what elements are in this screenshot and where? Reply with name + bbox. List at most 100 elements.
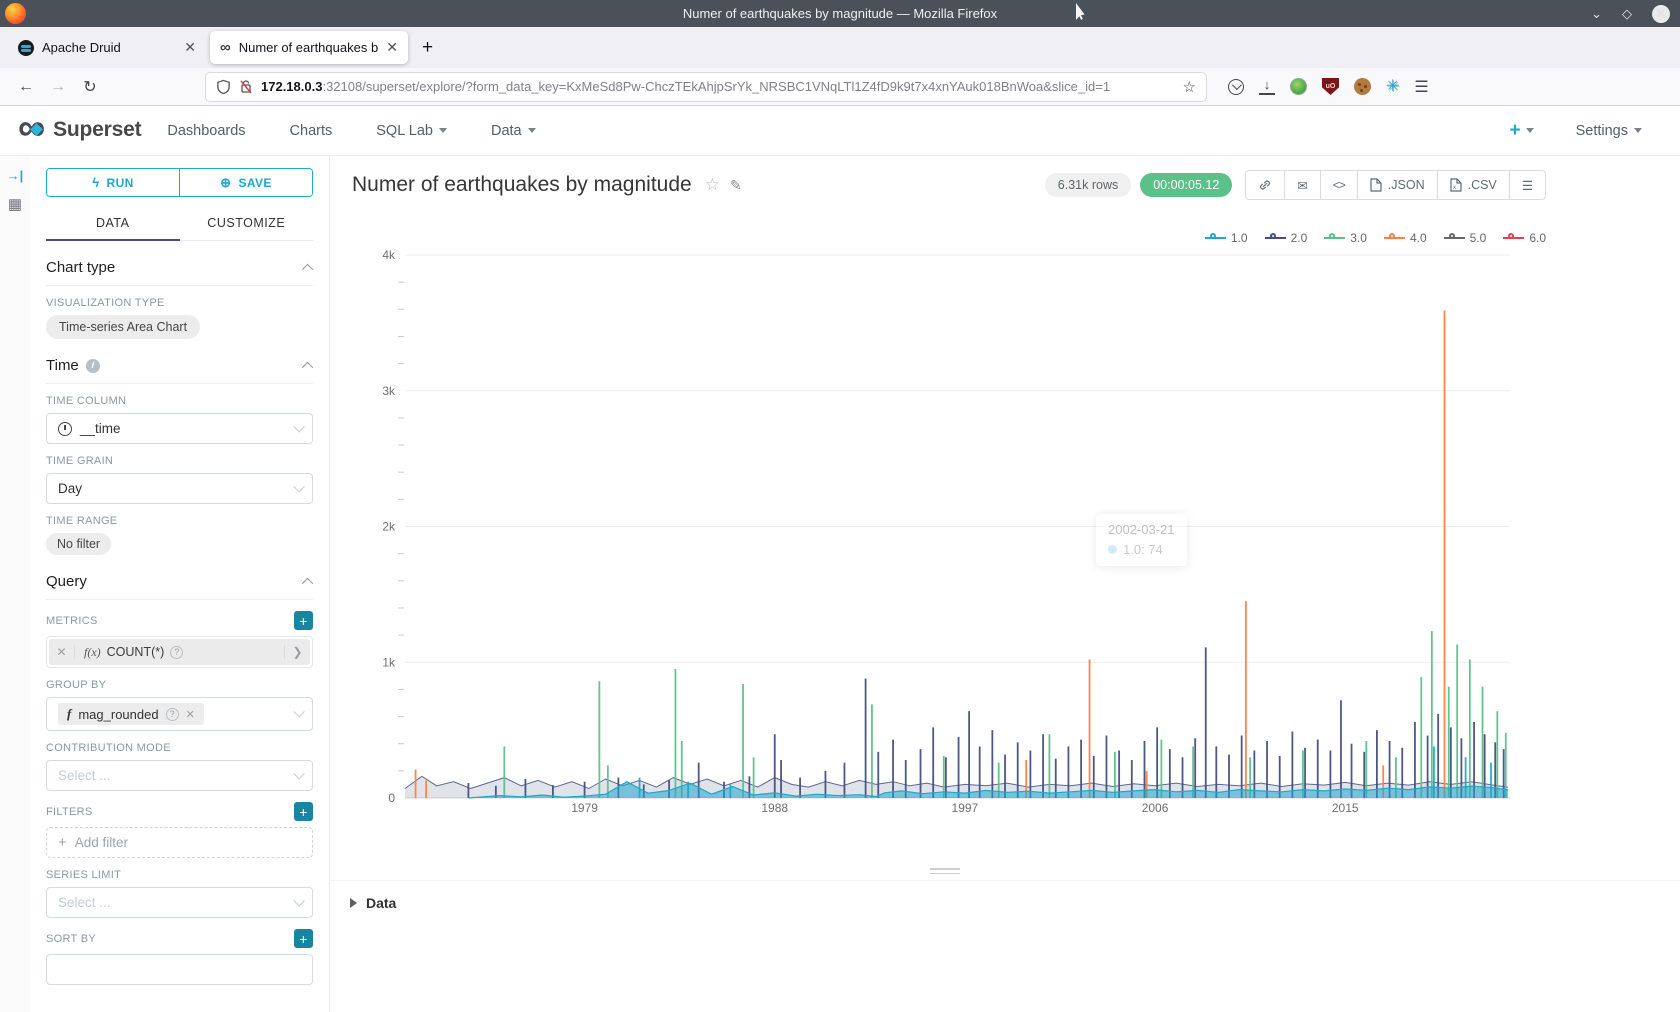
section-time[interactable]: Timei xyxy=(46,357,313,384)
contribution-mode-label: CONTRIBUTION MODE xyxy=(46,742,313,754)
question-icon: ? xyxy=(166,708,179,721)
embed-code-button[interactable]: <> xyxy=(1321,171,1358,199)
tab-data[interactable]: DATA xyxy=(46,205,180,240)
add-metric-button[interactable]: + xyxy=(294,611,313,630)
svg-text:0: 0 xyxy=(388,791,395,805)
legend-item-6.0[interactable]: 6.0 xyxy=(1503,231,1546,245)
new-tab-button[interactable]: + xyxy=(412,37,443,59)
nav-item-dashboards[interactable]: Dashboards xyxy=(167,123,245,139)
favorite-star-icon[interactable]: ☆ xyxy=(705,175,720,195)
settings-menu[interactable]: Settings xyxy=(1576,123,1642,139)
data-results-label: Data xyxy=(366,895,396,911)
tab-close-icon[interactable]: ✕ xyxy=(386,39,398,56)
group-by-label: GROUP BY xyxy=(46,679,313,691)
url-bar[interactable]: 172.18.0.3:32108/superset/explore/?form_… xyxy=(206,73,1206,101)
legend-item-5.0[interactable]: 5.0 xyxy=(1444,231,1487,245)
window-minimize-icon[interactable]: ⌄ xyxy=(1591,7,1602,20)
sort-by-select[interactable] xyxy=(46,954,313,985)
tab-apache-druid[interactable]: Apache Druid ✕ xyxy=(8,31,206,64)
url-host: 172.18.0.3 xyxy=(261,79,322,94)
info-icon: i xyxy=(86,359,100,373)
caret-right-icon xyxy=(350,898,357,908)
copy-link-button[interactable] xyxy=(1246,171,1285,199)
shield-icon[interactable] xyxy=(216,79,231,95)
svg-text:2k: 2k xyxy=(382,520,396,534)
tab-earthquakes[interactable]: ∞ Numer of earthquakes by m ✕ xyxy=(210,31,408,64)
section-chart-type[interactable]: Chart type xyxy=(46,259,313,286)
clock-icon xyxy=(58,422,72,436)
privacy-badger-extension-icon[interactable] xyxy=(1290,78,1307,95)
plus-circle-icon: ⊕ xyxy=(220,175,231,191)
back-icon[interactable]: ← xyxy=(10,78,42,96)
email-button[interactable]: ✉ xyxy=(1285,171,1320,199)
edit-title-icon[interactable]: ✎ xyxy=(730,177,742,194)
cookie-extension-icon[interactable] xyxy=(1354,78,1371,95)
url-text[interactable]: 172.18.0.3:32108/superset/explore/?form_… xyxy=(261,79,1175,94)
section-query[interactable]: Query xyxy=(46,573,313,600)
export-csv-button[interactable]: x .CSV xyxy=(1438,171,1510,199)
downloads-icon[interactable]: ↓ xyxy=(1259,79,1275,95)
legend-item-1.0[interactable]: 1.0 xyxy=(1205,231,1248,245)
run-button[interactable]: ϟRUN xyxy=(47,169,179,196)
caret-down-icon xyxy=(439,128,447,133)
metric-item[interactable]: ✕ f(x)COUNT(*)? ❯ xyxy=(46,636,313,668)
pocket-icon[interactable] xyxy=(1228,79,1244,95)
nav-item-data[interactable]: Data xyxy=(491,123,536,139)
metrics-label: METRICS xyxy=(46,615,98,627)
tab-customize[interactable]: CUSTOMIZE xyxy=(180,205,314,240)
tab-close-icon[interactable]: ✕ xyxy=(184,39,196,56)
forward-icon[interactable]: → xyxy=(42,78,74,96)
contribution-mode-select[interactable]: Select ... xyxy=(46,760,313,791)
reload-icon[interactable]: ↻ xyxy=(74,77,106,97)
chart-canvas[interactable]: 01k2k3k4k19791988199720062015 xyxy=(330,246,1680,826)
panel-tabs: DATA CUSTOMIZE xyxy=(46,205,313,241)
group-by-pill[interactable]: f mag_rounded ? ✕ xyxy=(58,703,204,725)
nav-item-sql-lab[interactable]: SQL Lab xyxy=(376,123,447,139)
legend-item-2.0[interactable]: 2.0 xyxy=(1265,231,1308,245)
export-json-button[interactable]: .JSON xyxy=(1358,171,1438,199)
resize-grip[interactable] xyxy=(930,868,960,877)
add-new-button[interactable]: + xyxy=(1509,120,1533,142)
firefox-logo-icon xyxy=(5,3,26,24)
chart-menu-button[interactable]: ☰ xyxy=(1510,171,1545,199)
caret-down-icon xyxy=(1634,128,1642,133)
svg-text:4k: 4k xyxy=(382,248,396,262)
time-grain-select[interactable]: Day xyxy=(46,473,313,504)
legend-marker-icon xyxy=(1444,233,1465,243)
svg-text:1988: 1988 xyxy=(761,801,788,815)
group-by-select[interactable]: f mag_rounded ? ✕ xyxy=(46,697,313,731)
metric-expand-icon[interactable]: ❯ xyxy=(284,645,310,659)
nav-item-charts[interactable]: Charts xyxy=(290,123,333,139)
remove-group-by-icon[interactable]: ✕ xyxy=(186,708,195,721)
series-limit-select[interactable]: Select ... xyxy=(46,887,313,918)
lock-insecure-icon[interactable] xyxy=(239,79,253,94)
superset-logo[interactable]: ∞ Superset xyxy=(18,115,141,145)
remove-metric-icon[interactable]: ✕ xyxy=(49,645,75,659)
legend-item-4.0[interactable]: 4.0 xyxy=(1384,231,1427,245)
expand-dataset-panel-icon[interactable]: →| xyxy=(7,168,24,183)
time-range-pill[interactable]: No filter xyxy=(46,533,111,555)
superset-infinity-icon: ∞ xyxy=(18,113,45,143)
dataset-grid-icon[interactable]: ▦ xyxy=(8,195,22,213)
container-extension-icon[interactable]: ✳ xyxy=(1386,79,1399,95)
legend-marker-icon xyxy=(1324,233,1345,243)
svg-text:1k: 1k xyxy=(382,655,396,669)
ublock-extension-icon[interactable]: uO xyxy=(1322,78,1339,95)
link-icon xyxy=(1258,178,1272,192)
add-filter-dropzone[interactable]: + Add filter xyxy=(46,827,313,858)
save-button[interactable]: ⊕SAVE xyxy=(179,169,312,196)
viz-type-pill[interactable]: Time-series Area Chart xyxy=(46,315,200,339)
chevron-up-icon xyxy=(302,577,313,588)
dataset-ministrip: →| ▦ xyxy=(0,156,30,1012)
add-filter-button[interactable]: + xyxy=(294,802,313,821)
window-close-icon[interactable]: ✕ xyxy=(1652,5,1670,23)
time-column-select[interactable]: __time xyxy=(46,413,313,444)
caret-down-icon xyxy=(528,128,536,133)
window-maximize-icon[interactable]: ◇ xyxy=(1622,7,1632,20)
file-icon xyxy=(1370,178,1382,192)
bookmark-star-icon[interactable]: ☆ xyxy=(1183,78,1196,96)
add-sort-by-button[interactable]: + xyxy=(294,929,313,948)
data-results-toggle[interactable]: Data xyxy=(330,880,1680,911)
legend-item-3.0[interactable]: 3.0 xyxy=(1324,231,1367,245)
firefox-menu-icon[interactable]: ☰ xyxy=(1414,77,1428,97)
